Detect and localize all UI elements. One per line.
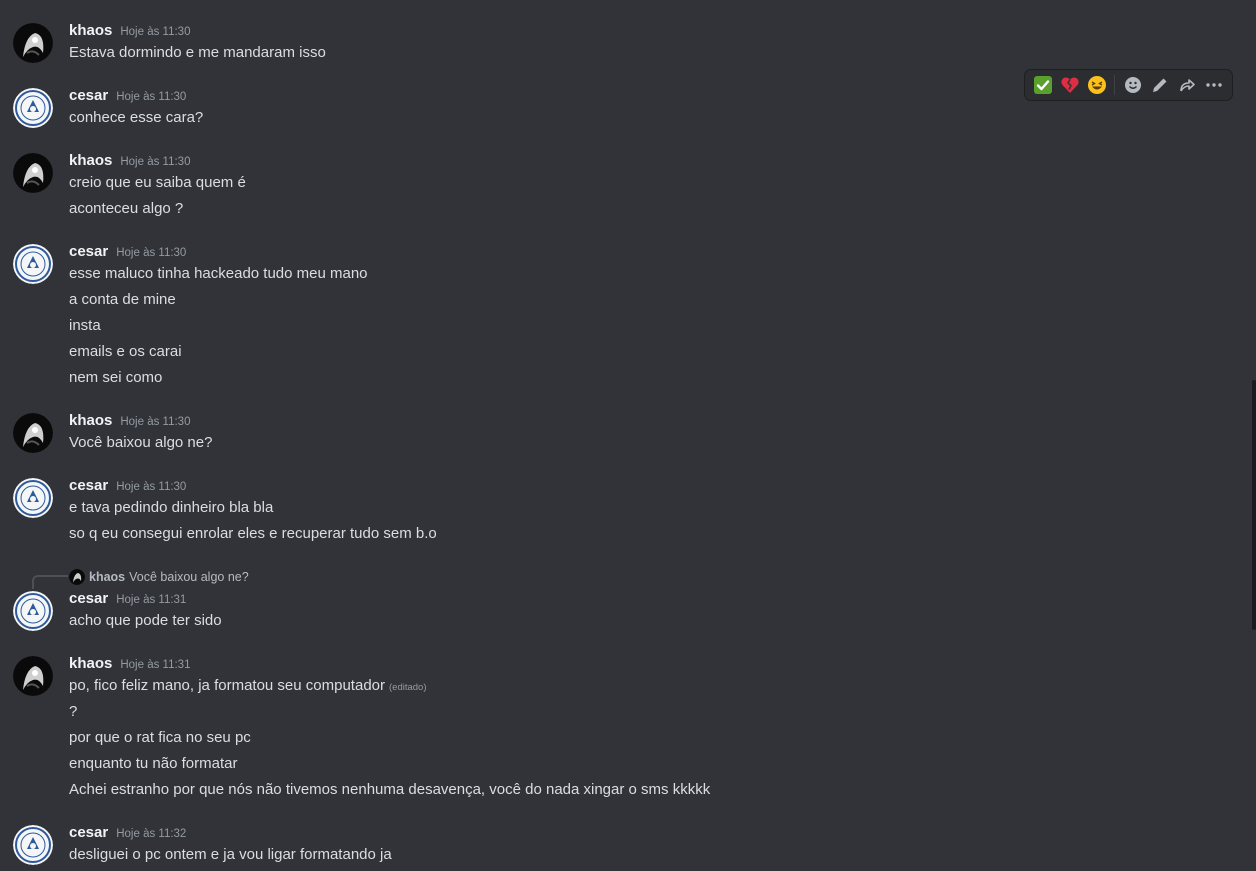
avatar-khaos[interactable] — [13, 23, 53, 63]
reply-text: Você baixou algo ne? — [129, 570, 249, 584]
timestamp[interactable]: Hoje às 11:30 — [120, 156, 190, 168]
message-text: aconteceu algo ? — [69, 200, 184, 217]
username[interactable]: cesar — [69, 590, 108, 607]
message-text-content: po, fico feliz mano, ja formatou seu com… — [69, 677, 385, 694]
add-reaction-icon[interactable] — [1119, 71, 1146, 99]
username[interactable]: cesar — [69, 824, 108, 841]
avatar-cesar[interactable] — [13, 478, 53, 518]
message-header: khaos Hoje às 11:30 — [69, 22, 190, 42]
timestamp[interactable]: Hoje às 11:30 — [120, 416, 190, 428]
username[interactable]: khaos — [69, 655, 112, 672]
avatar-cesar[interactable] — [13, 591, 53, 631]
avatar-cesar[interactable] — [13, 244, 53, 284]
message-text: e tava pedindo dinheiro bla bla — [69, 499, 274, 516]
broken-heart-emoji[interactable] — [1056, 71, 1083, 99]
avatar-khaos[interactable] — [13, 153, 53, 193]
timestamp[interactable]: Hoje às 11:30 — [120, 26, 190, 38]
forward-icon[interactable] — [1174, 71, 1201, 99]
message-text: Você baixou algo ne? — [69, 434, 213, 451]
reply-username[interactable]: khaos — [89, 570, 125, 584]
message-text: Estava dormindo e me mandaram isso — [69, 44, 326, 61]
message-header: cesar Hoje às 11:32 — [69, 824, 186, 844]
timestamp[interactable]: Hoje às 11:30 — [116, 91, 186, 103]
username[interactable]: khaos — [69, 22, 112, 39]
message-text: po, fico feliz mano, ja formatou seu com… — [69, 676, 427, 698]
message-actions-toolbar — [1025, 70, 1232, 100]
message-text: acho que pode ter sido — [69, 612, 222, 629]
message-text: enquanto tu não formatar — [69, 755, 238, 772]
message-header: cesar Hoje às 11:30 — [69, 477, 186, 497]
timestamp[interactable]: Hoje às 11:32 — [116, 828, 186, 840]
message-text: nem sei como — [69, 369, 163, 386]
timestamp[interactable]: Hoje às 11:31 — [116, 594, 186, 606]
message-text: insta — [69, 317, 101, 334]
username[interactable]: cesar — [69, 243, 108, 260]
chat-view: khaos Hoje às 11:30 Estava dormindo e me… — [0, 0, 1256, 871]
message-text: Achei estranho por que nós não tivemos n… — [69, 781, 711, 798]
message-header: khaos Hoje às 11:30 — [69, 412, 190, 432]
message-header: cesar Hoje às 11:30 — [69, 243, 186, 263]
username[interactable]: khaos — [69, 412, 112, 429]
avatar-cesar[interactable] — [13, 88, 53, 128]
scrollbar[interactable] — [1252, 380, 1256, 630]
timestamp[interactable]: Hoje às 11:30 — [116, 481, 186, 493]
reply-reference[interactable]: khaos Você baixou algo ne? — [69, 568, 249, 586]
timestamp[interactable]: Hoje às 11:31 — [120, 659, 190, 671]
username[interactable]: khaos — [69, 152, 112, 169]
message-text: a conta de mine — [69, 291, 176, 308]
laughing-emoji[interactable] — [1083, 71, 1110, 99]
message-text: so q eu consegui enrolar eles e recupera… — [69, 525, 437, 542]
avatar-khaos[interactable] — [13, 413, 53, 453]
toolbar-divider — [1114, 75, 1116, 95]
message-text: conhece esse cara? — [69, 109, 204, 126]
message-text: ? — [69, 703, 78, 720]
message-header: cesar Hoje às 11:31 — [69, 590, 186, 610]
message-text: esse maluco tinha hackeado tudo meu mano — [69, 265, 368, 282]
username[interactable]: cesar — [69, 87, 108, 104]
reply-avatar — [69, 569, 85, 585]
more-icon[interactable] — [1201, 71, 1228, 99]
message-text: creio que eu saiba quem é — [69, 174, 246, 191]
timestamp[interactable]: Hoje às 11:30 — [116, 247, 186, 259]
reply-spine — [32, 575, 68, 589]
username[interactable]: cesar — [69, 477, 108, 494]
message-text: desliguei o pc ontem e ja vou ligar form… — [69, 846, 392, 863]
message-header: cesar Hoje às 11:30 — [69, 87, 186, 107]
edit-icon[interactable] — [1147, 71, 1174, 99]
avatar-khaos[interactable] — [13, 656, 53, 696]
check-mark-emoji[interactable] — [1029, 71, 1056, 99]
message-text: emails e os carai — [69, 343, 182, 360]
message-text: por que o rat fica no seu pc — [69, 729, 251, 746]
avatar-cesar[interactable] — [13, 825, 53, 865]
edited-label: (editado) — [389, 682, 427, 693]
message-header: khaos Hoje às 11:30 — [69, 152, 190, 172]
message-header: khaos Hoje às 11:31 — [69, 655, 190, 675]
